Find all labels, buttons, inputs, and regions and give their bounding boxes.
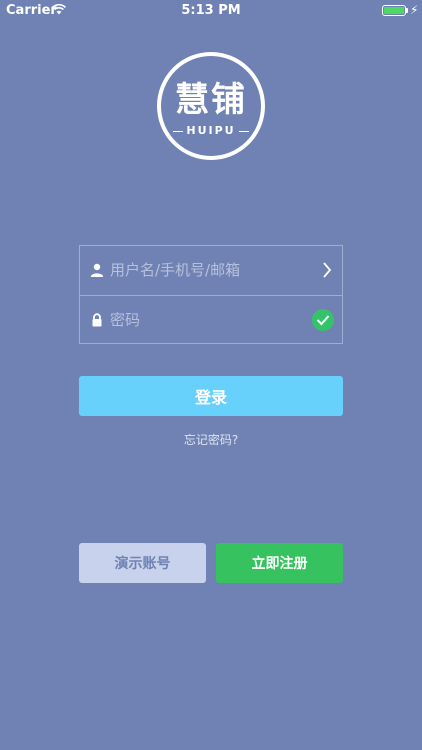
password-row: [80, 295, 342, 345]
username-row: [80, 246, 342, 295]
username-input[interactable]: [110, 256, 300, 284]
logo-subtitle-row: HUIPU: [161, 124, 261, 137]
battery-icon: [382, 5, 406, 16]
status-time: 5:13 PM: [181, 3, 241, 18]
status-bar: Carrier 5:13 PM ⚡: [0, 0, 422, 22]
register-button[interactable]: 立即注册: [216, 543, 343, 583]
charging-bolt-icon: ⚡: [410, 3, 419, 17]
app-logo: 慧铺 HUIPU: [157, 52, 265, 160]
lock-icon: [92, 313, 102, 327]
logo-title: 慧铺: [175, 80, 247, 120]
logo-dash-left: [173, 130, 184, 132]
password-input[interactable]: [110, 306, 300, 334]
logo-dash-right: [238, 130, 249, 132]
logo-subtitle: HUIPU: [186, 124, 236, 137]
user-icon: [90, 263, 104, 277]
login-form: [79, 245, 343, 344]
check-circle-icon: [312, 309, 334, 331]
battery-cap: [406, 8, 408, 13]
demo-account-button[interactable]: 演示账号: [79, 543, 206, 583]
login-button[interactable]: 登录: [79, 376, 343, 416]
forgot-password-link[interactable]: 忘记密码?: [0, 431, 422, 448]
chevron-right-icon[interactable]: [322, 262, 332, 278]
